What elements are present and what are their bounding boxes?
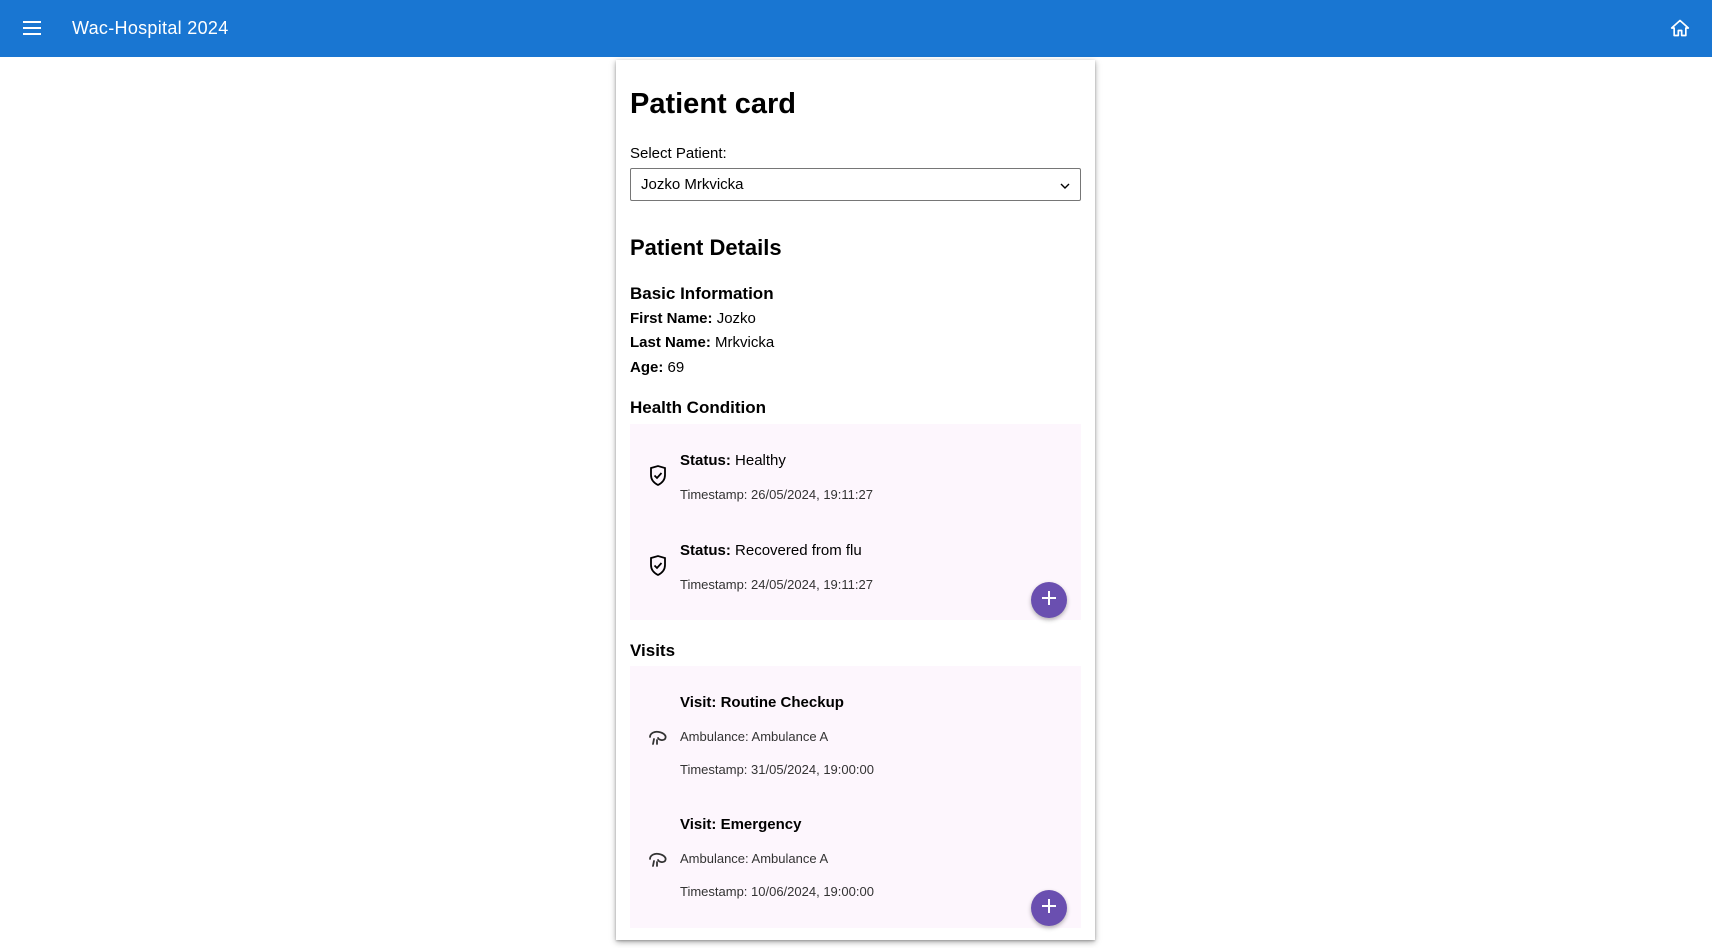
add-health-condition-button[interactable]	[1031, 582, 1067, 618]
visits-list: Visit: Routine Checkup Ambulance: Ambula…	[630, 666, 1081, 928]
visit-timestamp: Timestamp: 10/06/2024, 19:00:00	[680, 884, 874, 899]
last-name-label: Last Name:	[630, 334, 711, 351]
age-row: Age: 69	[630, 359, 684, 376]
status-label: Status:	[680, 452, 731, 469]
first-name-row: First Name: Jozko	[630, 310, 756, 327]
select-patient-label: Select Patient:	[630, 145, 727, 162]
selected-patient-value: Jozko Mrkvicka	[641, 176, 744, 193]
status-value: Recovered from flu	[735, 542, 862, 559]
home-icon[interactable]	[1664, 12, 1696, 44]
first-name-label: First Name:	[630, 310, 713, 327]
patient-card: Patient card Select Patient: Jozko Mrkvi…	[616, 60, 1095, 940]
visit-ambulance: Ambulance: Ambulance A	[680, 851, 829, 866]
visit-title: Visit: Routine Checkup	[680, 694, 844, 711]
shield-check-icon	[646, 464, 670, 488]
list-item[interactable]: Visit: Emergency Ambulance: Ambulance A …	[630, 788, 1081, 910]
first-name-value: Jozko	[716, 310, 756, 327]
age-label: Age:	[630, 359, 664, 376]
visit-timestamp: Timestamp: 31/05/2024, 19:00:00	[680, 762, 874, 777]
page-title: Patient card	[630, 88, 796, 120]
visit-ambulance: Ambulance: Ambulance A	[680, 729, 829, 744]
app-title: Wac-Hospital 2024	[72, 18, 229, 38]
health-status: Status: Healthy	[680, 452, 786, 469]
status-label: Status:	[680, 542, 731, 559]
basic-information-heading: Basic Information	[630, 284, 774, 303]
list-item[interactable]: Status: Healthy Timestamp: 26/05/2024, 1…	[630, 424, 1081, 514]
health-condition-heading: Health Condition	[630, 398, 766, 417]
status-value: Healthy	[735, 452, 786, 469]
age-value: 69	[667, 359, 685, 376]
patient-select[interactable]: Jozko Mrkvicka	[630, 168, 1081, 201]
visits-heading: Visits	[630, 641, 676, 660]
health-status: Status: Recovered from flu	[680, 542, 862, 559]
plus-icon	[1041, 590, 1057, 611]
visit-icon	[646, 726, 670, 750]
shield-check-icon	[646, 554, 670, 578]
list-item[interactable]: Visit: Routine Checkup Ambulance: Ambula…	[630, 666, 1081, 788]
health-timestamp: Timestamp: 26/05/2024, 19:11:27	[680, 487, 873, 502]
visit-title: Visit: Emergency	[680, 816, 802, 833]
plus-icon	[1041, 898, 1057, 919]
add-visit-button[interactable]	[1031, 890, 1067, 926]
patient-details-heading: Patient Details	[630, 235, 782, 260]
list-item[interactable]: Status: Recovered from flu Timestamp: 24…	[630, 514, 1081, 604]
app-bar: Wac-Hospital 2024	[0, 0, 1712, 57]
menu-icon[interactable]	[16, 12, 48, 44]
chevron-down-icon	[1060, 176, 1070, 193]
last-name-value: Mrkvicka	[715, 334, 775, 351]
last-name-row: Last Name: Mrkvicka	[630, 334, 774, 351]
health-timestamp: Timestamp: 24/05/2024, 19:11:27	[680, 577, 873, 592]
health-condition-list: Status: Healthy Timestamp: 26/05/2024, 1…	[630, 424, 1081, 620]
visit-icon	[646, 848, 670, 872]
